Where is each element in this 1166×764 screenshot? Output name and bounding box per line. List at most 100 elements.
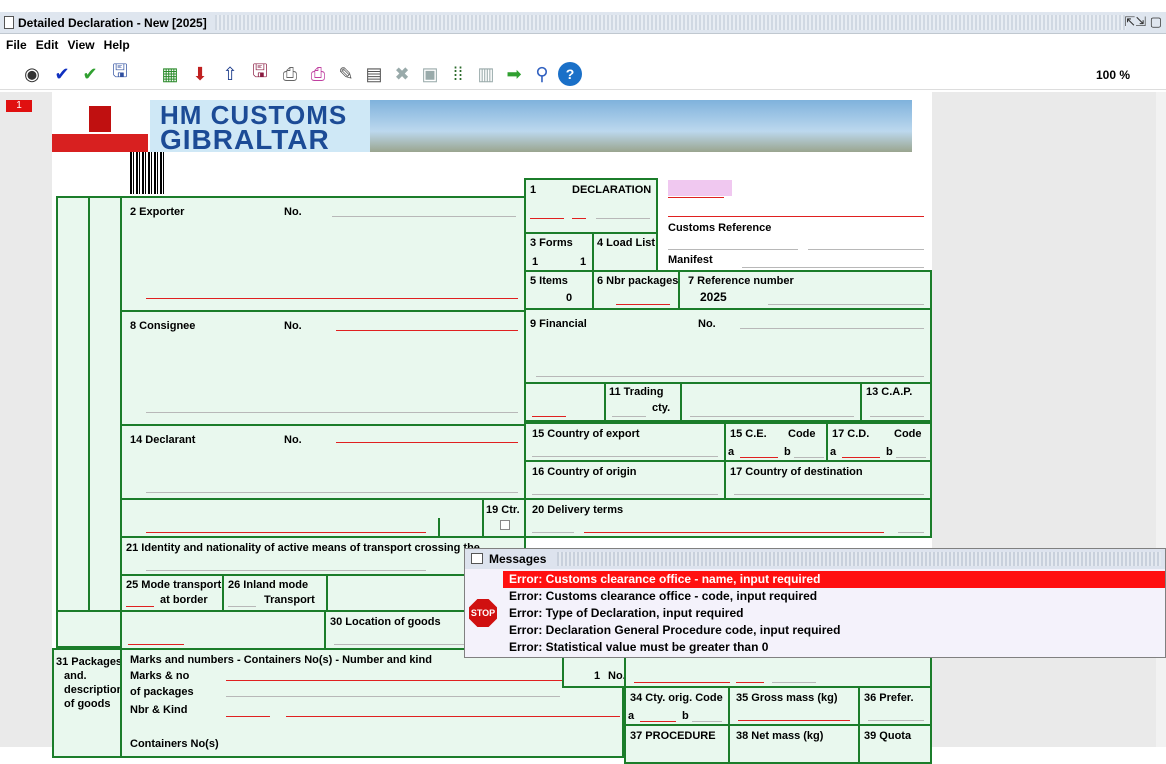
menu-file[interactable]: File <box>6 38 27 52</box>
cap-field[interactable] <box>870 416 924 417</box>
cd-a-field[interactable] <box>842 457 880 458</box>
edit-icon[interactable]: ✎ <box>334 62 358 86</box>
ce-a-field[interactable] <box>740 457 778 458</box>
ce-b-field[interactable] <box>794 457 824 458</box>
manifest-field[interactable] <box>742 267 924 268</box>
reference-extra-field[interactable] <box>768 304 924 305</box>
office-name-field[interactable] <box>668 216 924 217</box>
copy-icon[interactable]: ▣ <box>418 62 442 86</box>
reference-value[interactable]: 2025 <box>700 290 727 304</box>
declarant-no-field[interactable] <box>336 442 518 443</box>
nbr-kind-count-field[interactable] <box>226 716 270 717</box>
page-badge[interactable]: 1 <box>6 100 32 112</box>
document-icon[interactable]: ▤ <box>362 62 386 86</box>
gross-mass-field[interactable] <box>738 720 850 721</box>
box18 <box>120 498 484 538</box>
cty-orig-b-field[interactable] <box>692 721 722 722</box>
message-item[interactable]: Error: Customs clearance office - name, … <box>503 571 1165 588</box>
nbr-kind-desc-field[interactable] <box>286 716 620 717</box>
messages-header[interactable]: Messages <box>465 549 1165 569</box>
zoom-level: 100 % <box>1095 68 1130 82</box>
box29-field[interactable] <box>128 644 184 645</box>
forward-icon[interactable]: ➡ <box>502 62 526 86</box>
marks-field[interactable] <box>226 680 614 681</box>
declaration-flag-field[interactable] <box>668 180 732 196</box>
inland-mode-field[interactable] <box>228 606 256 607</box>
commodity-code-field-3[interactable] <box>772 682 816 683</box>
nbr-packages-field[interactable] <box>616 304 670 305</box>
exporter-no-field[interactable] <box>332 216 516 217</box>
print-color-icon[interactable]: ⎙ <box>306 62 330 86</box>
upload-icon[interactable]: ⇧ <box>218 62 242 86</box>
item-number-value[interactable]: 1 <box>594 670 600 682</box>
eye-icon[interactable]: ◉ <box>20 62 44 86</box>
messages-dialog[interactable]: Messages STOP Error: Customs clearance o… <box>464 548 1166 658</box>
identity-field[interactable] <box>146 570 426 571</box>
xml-save-icon[interactable]: 🖫 <box>248 61 272 86</box>
cty-orig-a-field[interactable] <box>640 721 676 722</box>
box12-field[interactable] <box>690 416 854 417</box>
financial-label: 9 Financial <box>530 318 587 330</box>
save-icon[interactable]: 🖫 <box>108 61 132 86</box>
search-icon[interactable]: ⚲ <box>530 62 554 86</box>
box18-field[interactable] <box>146 532 426 533</box>
cap-box: 13 C.A.P. <box>860 382 932 422</box>
box10-field[interactable] <box>532 416 566 417</box>
trading-field[interactable] <box>612 416 646 417</box>
commodity-code-field-2[interactable] <box>736 682 764 683</box>
forms-value-a[interactable]: 1 <box>532 256 538 268</box>
xml-export-icon[interactable]: ⬇ <box>188 62 212 86</box>
financial-no-field[interactable] <box>740 328 924 329</box>
customs-reference-date[interactable] <box>808 249 924 250</box>
items-value[interactable]: 0 <box>566 292 572 304</box>
declaration-subtype-field[interactable] <box>572 218 586 219</box>
financial-detail-field[interactable] <box>536 376 924 377</box>
country-origin-field[interactable] <box>532 494 718 495</box>
delete-icon[interactable]: ✖ <box>390 62 414 86</box>
commodity-code-field[interactable] <box>634 682 730 683</box>
forms-value-b[interactable]: 1 <box>580 256 586 268</box>
declaration-type-field[interactable] <box>530 218 564 219</box>
consignee-name-field[interactable] <box>146 412 518 413</box>
print-icon[interactable]: ⎙ <box>278 62 302 86</box>
of-packages-field[interactable] <box>226 696 560 697</box>
declarant-name-field[interactable] <box>146 492 518 493</box>
message-item[interactable]: Error: Statistical value must be greater… <box>503 639 1165 656</box>
country-export-field[interactable] <box>532 456 718 457</box>
cd-b-field[interactable] <box>896 457 926 458</box>
prefer-field[interactable] <box>868 720 924 721</box>
consignee-no-field[interactable] <box>336 330 518 331</box>
messages-drag-area[interactable] <box>557 552 1161 566</box>
delivery-code-field[interactable] <box>532 532 574 533</box>
check-blue-icon[interactable]: ✔ <box>50 62 74 86</box>
exporter-name-field[interactable] <box>146 298 518 299</box>
delivery-place-field[interactable] <box>584 532 884 533</box>
message-item[interactable]: Error: Type of Declaration, input requir… <box>503 605 1165 622</box>
menu-help[interactable]: Help <box>104 38 130 52</box>
message-item[interactable]: Error: Customs clearance office - code, … <box>503 588 1165 605</box>
ctr-checkbox[interactable] <box>500 520 510 530</box>
grid-icon[interactable]: ⁞⁞ <box>446 62 470 86</box>
consignee-no-label: No. <box>284 320 302 332</box>
menu-edit[interactable]: Edit <box>36 38 59 52</box>
check-green-icon[interactable]: ✔ <box>78 62 102 86</box>
excel-icon[interactable]: ▦ <box>158 62 182 86</box>
window-controls[interactable]: ⇱⇲ ▢ <box>1124 14 1162 30</box>
form-icon[interactable]: ▥ <box>474 62 498 86</box>
reference-label: 7 Reference number <box>688 275 794 287</box>
inland-mode-box: 26 Inland mode Transport <box>222 574 328 612</box>
country-origin-box: 16 Country of origin <box>524 460 726 500</box>
delivery-extra-field[interactable] <box>898 532 924 533</box>
help-icon[interactable]: ? <box>558 62 582 86</box>
left-bottom-box <box>56 610 122 648</box>
country-destination-field[interactable] <box>734 494 924 495</box>
menu-view[interactable]: View <box>67 38 94 52</box>
customs-reference-field[interactable] <box>668 249 798 250</box>
titlebar-drag-area[interactable] <box>215 15 1126 30</box>
declaration-code-field[interactable] <box>596 218 650 219</box>
ce-code-label: Code <box>788 428 816 440</box>
cd-label: 17 C.D. <box>832 428 870 440</box>
message-item[interactable]: Error: Declaration General Procedure cod… <box>503 622 1165 639</box>
mode-transport-field[interactable] <box>126 606 154 607</box>
trading-cty-label: cty. <box>652 402 671 414</box>
